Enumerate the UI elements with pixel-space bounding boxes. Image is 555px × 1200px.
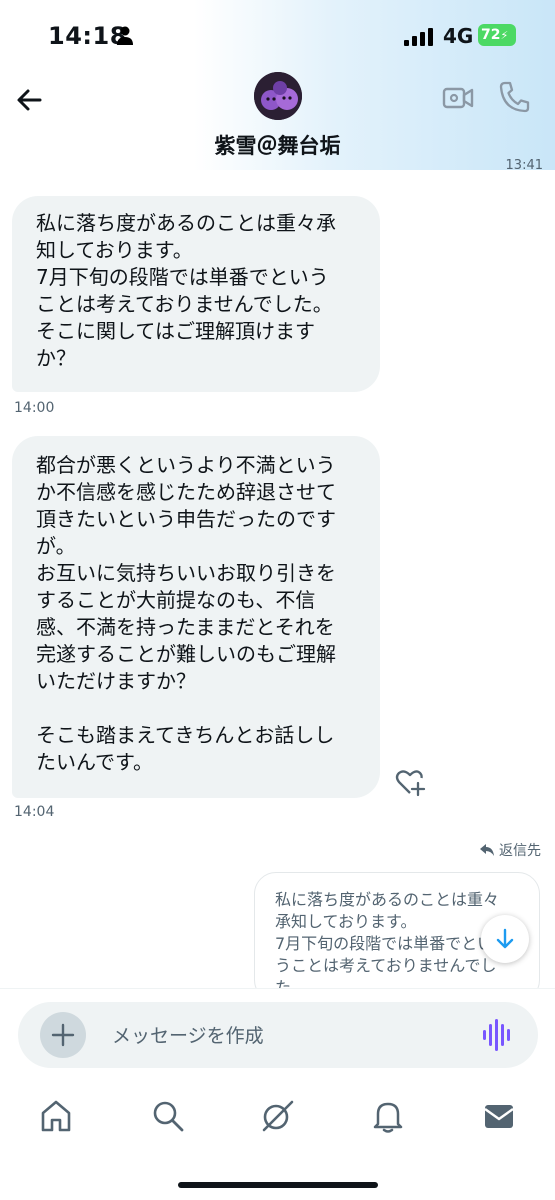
signal-icon (404, 28, 433, 46)
avatar[interactable] (254, 72, 302, 120)
network-label: 4G (443, 24, 474, 48)
phone-icon[interactable] (498, 80, 530, 114)
reply-indicator: 返信先 (479, 840, 541, 860)
message-timestamp: 14:00 (14, 400, 55, 416)
voice-message-icon[interactable] (482, 1018, 512, 1052)
home-icon[interactable] (38, 1098, 74, 1134)
home-indicator (178, 1182, 378, 1188)
status-bar: 14:18 4G 72⚡ (0, 0, 555, 70)
person-icon (117, 26, 133, 45)
message-timestamp: 13:41 (505, 158, 543, 173)
search-icon[interactable] (150, 1098, 186, 1134)
reply-label: 返信先 (499, 843, 541, 859)
message-bubble[interactable]: 都合が悪くというより不満という か不信感を感じたため辞退させて 頂きたいという申… (12, 436, 380, 798)
avatar-image (254, 72, 302, 120)
bell-icon[interactable] (370, 1098, 406, 1134)
reply-icon (480, 844, 494, 856)
message-composer[interactable] (18, 1002, 538, 1068)
arrow-down-icon (496, 928, 514, 949)
plus-icon (51, 1023, 75, 1047)
message-bubble[interactable]: 私に落ち度があるのことは重々承 知しております。 7月下旬の段階では単番でという… (12, 196, 380, 392)
contact-name[interactable]: 紫雪＠舞台垢 (0, 130, 555, 160)
battery-level: 72 (481, 27, 501, 43)
message-input[interactable]: メッセージを作成 (112, 1021, 264, 1048)
charging-icon: ⚡ (500, 29, 509, 42)
mail-icon[interactable] (481, 1098, 517, 1134)
message-timestamp: 14:04 (14, 804, 55, 820)
video-call-icon[interactable] (442, 82, 474, 114)
add-reaction-icon[interactable] (394, 766, 426, 798)
scroll-to-bottom-button[interactable] (481, 915, 529, 963)
add-media-button[interactable] (40, 1012, 86, 1058)
battery-indicator: 72⚡ (478, 24, 516, 46)
grok-icon[interactable] (259, 1098, 295, 1134)
back-arrow-icon[interactable] (12, 82, 48, 118)
